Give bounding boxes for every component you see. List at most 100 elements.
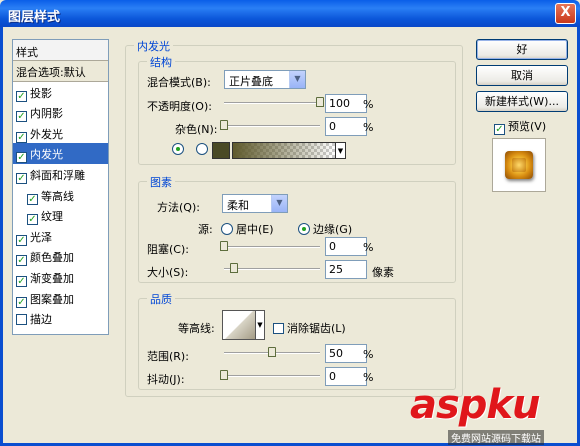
style-item-label: 渐变叠加 (30, 271, 74, 285)
style-item-label: 内发光 (30, 148, 63, 162)
size-slider-track[interactable] (224, 268, 320, 270)
chevron-down-icon: ▼ (289, 71, 305, 88)
checkbox-icon[interactable]: ✓ (16, 234, 27, 246)
inner-glow-title: 内发光 (134, 38, 173, 54)
choke-unit: % (363, 241, 374, 254)
checkbox-icon (273, 323, 284, 334)
checkbox-icon[interactable]: ✓ (16, 296, 27, 308)
noise-label: 杂色(N): (175, 123, 218, 136)
blend-mode-label: 混合模式(B): (147, 76, 211, 89)
size-input[interactable]: 25 (325, 260, 367, 279)
source-edge-option[interactable]: 边缘(G) (298, 221, 352, 237)
checkbox-icon[interactable]: ✓ (16, 111, 27, 123)
style-item-inner-glow[interactable]: ✓ 内发光 (13, 143, 108, 164)
style-item-outer-glow[interactable]: ✓ 外发光 (13, 123, 108, 144)
source-center-option[interactable]: 居中(E) (221, 221, 274, 237)
style-item-label: 混合选项:默认 (16, 66, 86, 79)
style-item-label: 纹理 (41, 210, 63, 224)
style-item-texture[interactable]: ✓ 纹理 (13, 205, 108, 226)
choke-input[interactable]: 0 (325, 237, 367, 256)
contour-dropdown-icon[interactable]: ▼ (256, 310, 265, 340)
checkbox-icon[interactable]: ✓ (16, 131, 27, 143)
jitter-input[interactable]: 0 (325, 367, 367, 386)
noise-slider-thumb[interactable] (220, 120, 228, 130)
opacity-input[interactable]: 100 (325, 94, 367, 113)
elements-title: 图素 (147, 174, 175, 190)
jitter-slider-track[interactable] (224, 375, 320, 377)
opacity-slider-track[interactable] (224, 102, 320, 104)
style-item-contour[interactable]: ✓ 等高线 (13, 185, 108, 206)
opacity-slider-thumb[interactable] (316, 97, 324, 107)
noise-unit: % (363, 121, 374, 134)
checkbox-icon[interactable]: ✓ (16, 90, 27, 102)
style-preview-thumbnail (492, 138, 546, 192)
checkbox-icon: ✓ (494, 124, 505, 135)
noise-input[interactable]: 0 (325, 117, 367, 136)
radio-icon (172, 143, 184, 155)
checkbox-icon[interactable]: ✓ (27, 214, 38, 226)
color-radio[interactable] (172, 143, 187, 156)
range-label: 范围(R): (147, 350, 189, 363)
jitter-unit: % (363, 371, 374, 384)
technique-label: 方法(Q): (157, 201, 200, 214)
gradient-dropdown-icon[interactable]: ▼ (336, 142, 346, 159)
checkbox-icon[interactable]: ✓ (16, 172, 27, 184)
noise-slider-track[interactable] (224, 125, 320, 127)
range-slider-thumb[interactable] (268, 347, 276, 357)
style-item-label: 外发光 (30, 127, 63, 141)
contour-preview[interactable] (222, 310, 256, 340)
glow-color-swatch[interactable] (212, 142, 230, 159)
style-item-label: 颜色叠加 (30, 251, 74, 265)
style-item-label: 等高线 (41, 189, 74, 203)
range-unit: % (363, 348, 374, 361)
chevron-down-icon: ▼ (271, 195, 287, 212)
source-center-label: 居中(E) (236, 223, 274, 236)
style-item-label: 投影 (30, 86, 52, 100)
blend-mode-select[interactable]: 正片叠底 ▼ (224, 70, 306, 89)
style-item-bevel-emboss[interactable]: ✓ 斜面和浮雕 (13, 164, 108, 185)
style-item-label: 图案叠加 (30, 292, 74, 306)
antialias-option[interactable]: 消除锯齿(L) (273, 320, 346, 336)
checkbox-icon[interactable]: ✓ (16, 255, 27, 267)
checkbox-icon[interactable]: ✓ (16, 275, 27, 287)
radio-icon (221, 223, 233, 235)
size-label: 大小(S): (147, 266, 189, 279)
radio-icon (298, 223, 310, 235)
choke-label: 阻塞(C): (147, 243, 189, 256)
checkbox-icon[interactable] (16, 314, 27, 326)
blend-mode-value: 正片叠底 (229, 75, 273, 88)
antialias-label: 消除锯齿(L) (287, 322, 346, 335)
preview-tile (505, 151, 533, 179)
glow-gradient-swatch[interactable] (232, 142, 336, 159)
source-label: 源: (198, 223, 213, 236)
style-item-stroke[interactable]: 描边 (13, 308, 108, 329)
ok-button[interactable]: 好 (476, 39, 568, 60)
style-item-gradient-overlay[interactable]: ✓ 渐变叠加 (13, 267, 108, 288)
style-item-inner-shadow[interactable]: ✓ 内阴影 (13, 102, 108, 123)
preview-option[interactable]: ✓ 预览(V) (494, 118, 546, 135)
style-item-label: 描边 (30, 313, 52, 327)
cancel-button[interactable]: 取消 (476, 65, 568, 86)
structure-title: 结构 (147, 54, 175, 70)
checkbox-icon[interactable]: ✓ (16, 152, 27, 164)
gradient-radio[interactable] (196, 143, 211, 156)
styles-list-header: 样式 (13, 40, 108, 61)
style-item-pattern-overlay[interactable]: ✓ 图案叠加 (13, 288, 108, 309)
style-item-satin[interactable]: ✓ 光泽 (13, 226, 108, 247)
close-button[interactable]: X (555, 3, 576, 24)
checkbox-icon[interactable]: ✓ (27, 193, 38, 205)
choke-slider-track[interactable] (224, 246, 320, 248)
styles-list: 样式 混合选项:默认 ✓ 投影 ✓ 内阴影 ✓ 外发光 ✓ 内发光 ✓ 斜面和浮雕 ✓ 等高… (12, 39, 109, 335)
range-input[interactable]: 50 (325, 344, 367, 363)
style-item-color-overlay[interactable]: ✓ 颜色叠加 (13, 246, 108, 267)
size-slider-thumb[interactable] (229, 263, 238, 273)
technique-select[interactable]: 柔和 ▼ (222, 194, 288, 213)
choke-slider-thumb[interactable] (220, 241, 228, 251)
style-item-blending-options[interactable]: 混合选项:默认 (13, 61, 108, 82)
jitter-slider-thumb[interactable] (220, 370, 228, 380)
window-title: 图层样式 (8, 10, 61, 25)
style-item-drop-shadow[interactable]: ✓ 投影 (13, 82, 108, 103)
quality-title: 品质 (147, 291, 175, 307)
new-style-button[interactable]: 新建样式(W)... (476, 91, 568, 112)
preview-label: 预览(V) (508, 120, 547, 133)
